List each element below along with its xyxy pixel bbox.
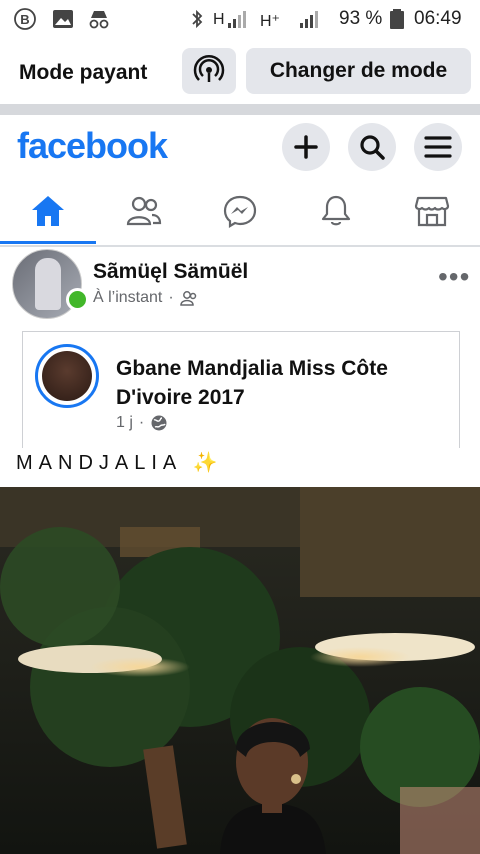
signal-icon — [228, 11, 246, 28]
b-circle-icon: B — [14, 8, 36, 30]
shared-post-author[interactable]: Gbane Mandjalia Miss Côte D'ivoire 2017 — [116, 354, 446, 412]
messenger-icon — [223, 195, 257, 228]
plus-icon — [294, 135, 318, 159]
meta-separator: · — [168, 289, 174, 306]
tab-marketplace[interactable] — [400, 189, 464, 233]
shared-post-card[interactable]: Gbane Mandjalia Miss Côte D'ivoire 2017 … — [22, 331, 460, 448]
photo-scene — [0, 487, 480, 854]
online-indicator — [66, 288, 89, 311]
network-label: H — [213, 11, 225, 28]
globe-icon[interactable] — [150, 414, 168, 432]
tab-friends[interactable] — [112, 189, 176, 233]
mode-label: Mode payant — [19, 61, 148, 84]
avatar-figure — [35, 258, 61, 310]
broadcast-icon — [193, 54, 225, 82]
bell-icon — [321, 195, 351, 226]
svg-text:B: B — [20, 12, 29, 27]
facebook-logo[interactable]: facebook — [17, 125, 168, 167]
tab-home[interactable] — [16, 189, 80, 233]
battery-icon — [390, 9, 404, 29]
shared-avatar-photo — [42, 351, 92, 401]
clock: 06:49 — [414, 8, 462, 29]
shared-post-meta: 1 j · — [116, 414, 168, 432]
tab-messenger[interactable] — [208, 189, 272, 233]
hamburger-icon — [424, 136, 452, 158]
divider — [0, 104, 480, 115]
battery-percent: 93 % — [339, 8, 383, 29]
incognito-icon — [89, 11, 109, 29]
shared-post-time[interactable]: 1 j — [116, 414, 133, 432]
bluetooth-icon — [192, 9, 203, 29]
signal2-icon — [300, 11, 318, 28]
active-tab-indicator — [0, 241, 96, 244]
status-bar: B H H⁺ 93 % 06:49 — [0, 0, 480, 38]
shared-meta-separator: · — [138, 414, 145, 431]
post-author[interactable]: Sãmüęl Sämūël — [93, 260, 248, 284]
create-button[interactable] — [282, 123, 330, 171]
post-meta: À l’instant · — [93, 289, 198, 307]
search-button[interactable] — [348, 123, 396, 171]
network2-label: H⁺ — [260, 13, 280, 30]
post-photo[interactable] — [0, 487, 480, 854]
tab-notifications[interactable] — [304, 189, 368, 233]
post-time[interactable]: À l’instant — [93, 289, 162, 307]
more-options-icon[interactable]: ••• — [438, 261, 470, 293]
shared-author-avatar[interactable] — [35, 344, 99, 408]
mode-bar: Mode payant Changer de mode — [0, 38, 480, 104]
post-header: Sãmüęl Sämūël À l’instant · ••• — [0, 247, 480, 325]
menu-button[interactable] — [414, 123, 462, 171]
search-icon — [360, 135, 385, 160]
image-icon — [53, 10, 73, 28]
post-caption: MANDJALIA ✨ — [16, 452, 224, 474]
marketplace-icon — [414, 196, 450, 227]
change-mode-button[interactable]: Changer de mode — [246, 48, 471, 94]
facebook-header: facebook — [0, 115, 480, 181]
friends-audience-icon[interactable] — [179, 290, 198, 306]
friends-icon — [126, 196, 162, 226]
home-icon — [32, 196, 64, 226]
nav-tabs — [0, 181, 480, 247]
broadcast-button[interactable] — [182, 48, 236, 94]
